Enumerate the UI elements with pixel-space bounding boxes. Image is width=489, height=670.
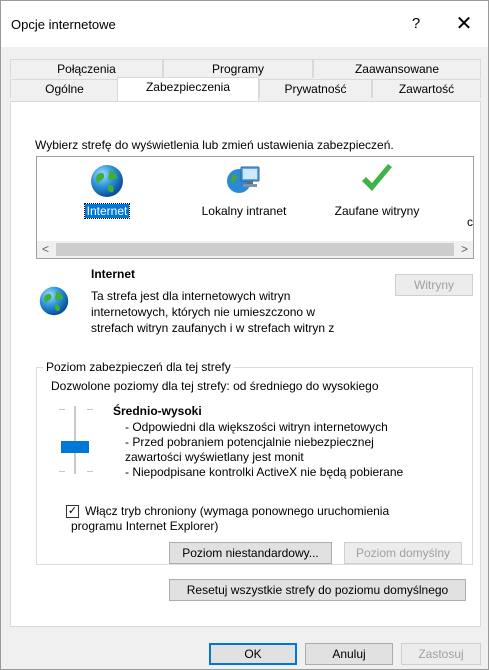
tab-zabezpieczenia[interactable]: Zabezpieczenia	[117, 77, 259, 101]
security-level-name: Średnio-wysoki	[113, 404, 202, 418]
title-bar: Opcje internetowe ? ✕	[1, 1, 488, 47]
close-button[interactable]: ✕	[441, 1, 487, 47]
computer-network-icon	[227, 166, 260, 193]
zone-internet-label: Internet	[83, 203, 131, 219]
slider-track	[74, 406, 76, 474]
protected-mode-checkbox[interactable]: ✓	[66, 505, 79, 518]
tab-polaczenia[interactable]: Połączenia	[10, 59, 163, 78]
security-detail-4: - Niepodpisane kontrolki ActiveX nie będ…	[125, 465, 404, 479]
zone-list: Internet Lokalny intranet Zaufane witryn…	[36, 156, 474, 259]
tab-prywatnosc[interactable]: Prywatność	[259, 79, 372, 98]
slider-tick	[87, 471, 93, 472]
dialog-window: Opcje internetowe ? ✕ Połączenia Program…	[0, 0, 489, 670]
zone-description-line1: Ta strefa jest dla internetowych witryn	[91, 289, 291, 303]
reset-all-zones-button[interactable]: Resetuj wszystkie strefy do poziomu domy…	[169, 579, 466, 601]
scroll-thumb[interactable]	[56, 243, 454, 256]
default-level-button[interactable]: Poziom domyślny	[344, 542, 462, 564]
help-button[interactable]: ?	[393, 1, 439, 47]
security-detail-1: - Odpowiedni dla większości witryn inter…	[125, 420, 388, 434]
allowed-levels-text: Dozwolone poziomy dla tej strefy: od śre…	[51, 379, 379, 393]
security-detail-3: zawartości wyświetlany jest monit	[125, 450, 304, 464]
zone-scrollbar[interactable]: < >	[37, 241, 473, 258]
security-detail-2: - Przed pobraniem potencjalnie niebezpie…	[125, 435, 374, 449]
zone-internet[interactable]: Internet	[52, 157, 162, 235]
globe-icon	[39, 286, 69, 316]
tab-zaawansowane[interactable]: Zaawansowane	[313, 59, 481, 78]
zone-local-intranet-label: Lokalny intranet	[201, 204, 287, 218]
tab-ogolne[interactable]: Ogólne	[10, 79, 119, 98]
slider-tick	[59, 409, 65, 410]
zone-description-line3: strefach witryn zaufanych i w strefach w…	[91, 321, 335, 335]
zone-trusted-sites-label: Zaufane witryny	[334, 204, 420, 218]
protected-mode-label-line1: Włącz tryb chroniony (wymaga ponownego u…	[85, 504, 390, 518]
cancel-button[interactable]: Anuluj	[305, 643, 393, 665]
slider-tick	[59, 471, 65, 472]
sites-button[interactable]: Witryny	[395, 274, 473, 296]
scroll-left-icon[interactable]: <	[37, 241, 54, 258]
window-title: Opcje internetowe	[11, 17, 116, 32]
zone-instruction: Wybierz strefę do wyświetlenia lub zmień…	[35, 138, 394, 152]
scroll-right-icon[interactable]: >	[456, 241, 473, 258]
zone-description-line2: internetowych, których nie umieszczono w	[91, 305, 316, 319]
zone-overflow-text: c	[467, 215, 473, 229]
checkmark-icon	[362, 164, 392, 191]
apply-button[interactable]: Zastosuj	[401, 643, 481, 665]
ok-button[interactable]: OK	[209, 643, 297, 665]
zone-trusted-sites[interactable]: Zaufane witryny	[322, 157, 432, 235]
slider-tick	[87, 409, 93, 410]
globe-icon	[91, 165, 123, 197]
zone-local-intranet[interactable]: Lokalny intranet	[189, 157, 299, 235]
security-level-group-title: Poziom zabezpieczeń dla tej strefy	[43, 360, 234, 374]
custom-level-button[interactable]: Poziom niestandardowy...	[169, 542, 332, 564]
slider-thumb[interactable]	[61, 441, 89, 453]
tab-zawartosc[interactable]: Zawartość	[372, 79, 481, 98]
protected-mode-label-line2: programu Internet Explorer)	[71, 519, 219, 533]
tab-programy[interactable]: Programy	[163, 59, 313, 78]
zone-name: Internet	[91, 267, 136, 281]
